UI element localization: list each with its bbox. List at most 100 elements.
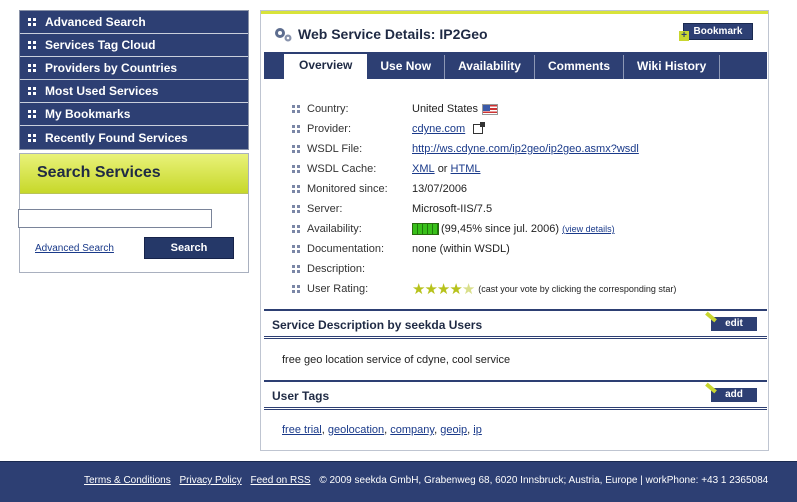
tag-link[interactable]: ip <box>473 424 482 436</box>
star-icon[interactable]: ★ <box>412 281 425 298</box>
edit-button-label: edit <box>725 318 743 329</box>
detail-row-availability: Availability: (99,45% since jul. 2006) (… <box>292 219 676 239</box>
nav-item-label: Advanced Search <box>45 15 146 29</box>
terms-link[interactable]: Terms & Conditions <box>84 475 171 486</box>
edit-button[interactable]: edit <box>705 311 757 331</box>
provider-link[interactable]: cdyne.com <box>412 123 465 135</box>
bullet-icon <box>292 145 300 153</box>
nav-item-services-tag-cloud[interactable]: Services Tag Cloud <box>20 34 248 57</box>
nav-item-label: Services Tag Cloud <box>45 38 156 52</box>
tag-link[interactable]: geolocation <box>328 424 384 436</box>
detail-row-wsdl-file: WSDL File: http://ws.cdyne.com/ip2geo/ip… <box>292 139 676 159</box>
server-value: Microsoft-IIS/7.5 <box>412 203 493 215</box>
detail-label: Provider: <box>307 123 352 135</box>
tab-wiki-history[interactable]: Wiki History <box>624 55 721 79</box>
user-tags-title: User Tags <box>272 389 330 403</box>
star-icon[interactable]: ★ <box>437 281 450 298</box>
tab-bar: Overview Use Now Availability Comments W… <box>264 52 767 79</box>
advanced-search-link[interactable]: Advanced Search <box>35 243 114 254</box>
bullet-icon <box>292 265 300 273</box>
nav-item-advanced-search[interactable]: Advanced Search <box>20 11 248 34</box>
service-description-text: free geo location service of cdyne, cool… <box>282 354 511 366</box>
footer: Terms & Conditions Privacy Policy Feed o… <box>0 461 797 502</box>
tab-availability[interactable]: Availability <box>445 55 535 79</box>
wsdl-file-link[interactable]: http://ws.cdyne.com/ip2geo/ip2geo.asmx?w… <box>412 143 639 155</box>
search-button[interactable]: Search <box>144 237 234 259</box>
title-row: Web Service Details: IP2Geo + Bookmark <box>261 14 768 52</box>
bookmark-button-label: Bookmark <box>693 26 743 37</box>
bullet-icon <box>28 110 36 118</box>
service-description-header: Service Description by seekda Users edit <box>264 309 767 339</box>
star-icon[interactable]: ★ <box>449 281 462 298</box>
detail-label: WSDL Cache: <box>307 163 377 175</box>
wsdl-cache-html-link[interactable]: HTML <box>451 163 481 175</box>
detail-row-monitored: Monitored since: 13/07/2006 <box>292 179 676 199</box>
detail-row-description: Description: <box>292 259 676 279</box>
detail-row-rating: User Rating: ★★★★★ (cast your vote by cl… <box>292 279 676 299</box>
detail-label: Description: <box>307 263 366 275</box>
external-link-icon[interactable] <box>473 122 486 134</box>
bullet-icon <box>28 41 36 49</box>
search-services-title: Search Services <box>20 154 248 194</box>
wsdl-cache-xml-link[interactable]: XML <box>412 163 435 175</box>
detail-label: Country: <box>307 103 349 115</box>
add-tag-button[interactable]: add <box>705 382 757 402</box>
tag-link[interactable]: geoip <box>440 424 467 436</box>
tag-link[interactable]: free trial <box>282 424 322 436</box>
nav-item-most-used-services[interactable]: Most Used Services <box>20 80 248 103</box>
nav-item-my-bookmarks[interactable]: My Bookmarks <box>20 103 248 126</box>
documentation-value: none (within WSDL) <box>412 243 510 255</box>
add-button-label: add <box>725 389 743 400</box>
nav-item-providers-by-countries[interactable]: Providers by Countries <box>20 57 248 80</box>
view-details-link[interactable]: (view details) <box>562 224 615 234</box>
nav-item-recently-found-services[interactable]: Recently Found Services <box>20 126 248 149</box>
service-details-panel: Web Service Details: IP2Geo + Bookmark O… <box>260 10 769 451</box>
tab-comments[interactable]: Comments <box>535 55 624 79</box>
footer-text: Terms & Conditions Privacy Policy Feed o… <box>84 475 768 486</box>
detail-row-documentation: Documentation: none (within WSDL) <box>292 239 676 259</box>
detail-row-provider: Provider: cdyne.com <box>292 119 676 139</box>
copyright-text: © 2009 seekda GmbH, Grabenweg 68, 6020 I… <box>319 475 769 486</box>
detail-label: User Rating: <box>307 283 369 295</box>
tab-overview[interactable]: Overview <box>284 54 368 79</box>
bookmark-button[interactable]: + Bookmark <box>679 23 753 41</box>
bullet-icon <box>28 87 36 95</box>
tab-use-now[interactable]: Use Now <box>367 55 446 79</box>
rss-link[interactable]: Feed on RSS <box>251 475 311 486</box>
bullet-icon <box>292 225 300 233</box>
detail-label: Server: <box>307 203 343 215</box>
bullet-icon <box>28 64 36 72</box>
detail-label: Availability: <box>307 223 362 235</box>
detail-row-wsdl-cache: WSDL Cache: XML or HTML <box>292 159 676 179</box>
bullet-icon <box>292 285 300 293</box>
bullet-icon <box>28 18 36 26</box>
star-icon[interactable]: ★ <box>424 281 437 298</box>
bullet-icon <box>292 185 300 193</box>
gears-icon <box>275 28 292 42</box>
bullet-icon <box>292 125 300 133</box>
bullet-icon <box>292 165 300 173</box>
plus-icon: + <box>679 31 689 41</box>
detail-label: Monitored since: <box>307 183 388 195</box>
bullet-icon <box>292 105 300 113</box>
details-list: Country: United States Provider: cdyne.c… <box>292 99 676 299</box>
sidebar-nav: Advanced Search Services Tag Cloud Provi… <box>19 10 249 150</box>
detail-label: WSDL File: <box>307 143 363 155</box>
country-value: United States <box>412 103 479 115</box>
rating-note: (cast your vote by clicking the correspo… <box>478 284 677 294</box>
privacy-link[interactable]: Privacy Policy <box>179 475 241 486</box>
nav-item-label: Most Used Services <box>45 84 159 98</box>
search-input[interactable] <box>18 209 212 228</box>
or-text: or <box>437 163 448 175</box>
rating-stars[interactable]: ★★★★★ <box>412 280 475 298</box>
us-flag-icon <box>482 103 499 115</box>
availability-value: (99,45% since jul. 2006) <box>441 223 560 235</box>
detail-label: Documentation: <box>307 243 385 255</box>
bullet-icon <box>292 205 300 213</box>
user-tags-list: free trial, geolocation, company, geoip,… <box>282 424 482 436</box>
nav-item-label: My Bookmarks <box>45 107 131 121</box>
availability-meter <box>412 223 439 235</box>
half-star-icon[interactable]: ★ <box>462 281 475 298</box>
detail-row-country: Country: United States <box>292 99 676 119</box>
tag-link[interactable]: company <box>390 424 434 436</box>
